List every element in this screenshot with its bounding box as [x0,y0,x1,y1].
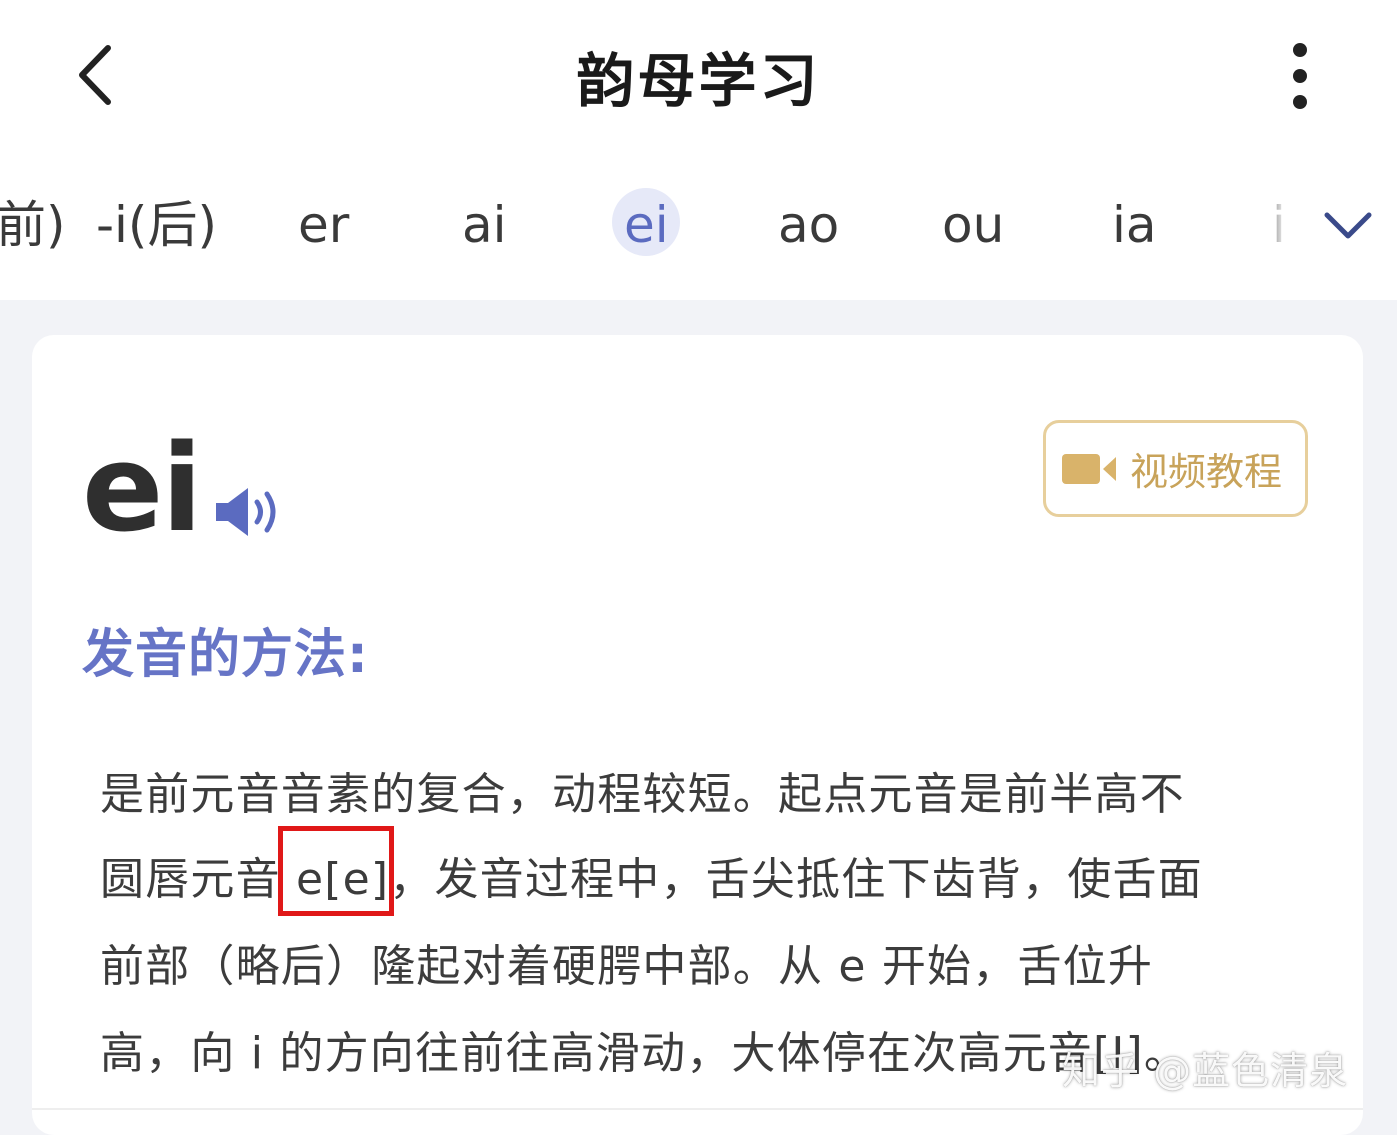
video-tutorial-label: 视频教程 [1130,450,1283,494]
video-camera-icon [1062,453,1116,484]
page-title: 韵母学习 [576,47,821,115]
pronunciation-method-title: 发音的方法: [82,625,369,685]
more-vertical-icon [1293,43,1307,109]
tab-ei[interactable]: ei [624,190,669,260]
final-tabs: 前) -i(后) er ai ei ao ou ia ie [0,150,1397,300]
paragraph-line: 前部（略后）隆起对着硬腭中部。从 e 开始，舌位升 [100,941,1154,992]
speaker-icon [216,488,276,536]
tab-i-back[interactable]: -i(后) [96,190,217,260]
more-button[interactable] [1270,38,1330,114]
highlight-annotation [278,826,394,916]
card-divider [32,1108,1363,1110]
top-bar: 韵母学习 [0,0,1397,150]
play-sound-button[interactable] [214,484,286,540]
expand-tabs-button[interactable] [1318,200,1378,250]
tab-er[interactable]: er [298,190,349,260]
tab-ia[interactable]: ia [1112,190,1157,260]
paragraph-line: 是前元音音素的复合，动程较短。起点元音是前半高不 [100,769,1185,820]
video-tutorial-button[interactable]: 视频教程 [1043,420,1308,517]
tab-ao[interactable]: ao [778,190,839,260]
final-letter: ei [82,420,203,559]
tab-i-front[interactable]: 前) [0,190,66,260]
tab-ai[interactable]: ai [462,190,507,260]
tab-ou[interactable]: ou [942,190,1004,260]
watermark: 知乎 @蓝色清泉 [1062,1049,1349,1093]
chevron-down-icon [1324,212,1372,239]
